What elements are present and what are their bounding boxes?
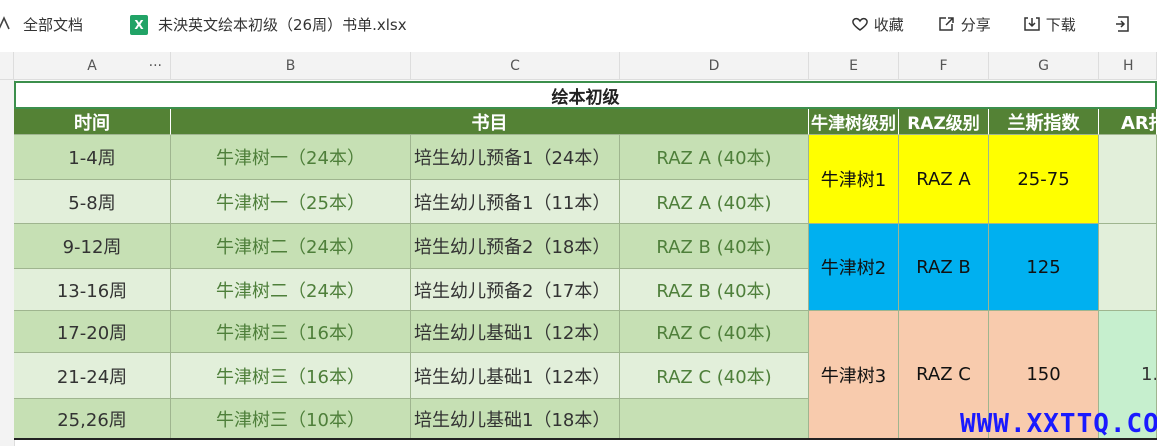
row-gutter — [0, 80, 15, 446]
cell-time[interactable]: 21-24周 — [14, 353, 171, 399]
cell-time[interactable]: 17-20周 — [14, 311, 171, 353]
share-icon — [938, 16, 961, 34]
cell-pearson-books[interactable]: 培生幼儿基础1（18本） — [411, 399, 620, 439]
cell-pearson-books[interactable]: 培生幼儿预备2（17本） — [411, 269, 620, 311]
column-header-g[interactable]: G — [989, 52, 1099, 80]
column-header-c[interactable]: C — [411, 52, 620, 80]
cell-raz-level[interactable]: RAZ B — [899, 224, 989, 311]
column-header-h[interactable]: H — [1099, 52, 1157, 80]
cell-raz-books[interactable]: RAZ A (40本) — [620, 180, 809, 224]
column-header-d[interactable]: D — [620, 52, 809, 80]
cell-oxford-books[interactable]: 牛津树三（16本） — [171, 311, 411, 353]
all-docs-link[interactable]: 全部文档 — [23, 15, 83, 35]
cell-time[interactable]: 13-16周 — [14, 269, 171, 311]
spreadsheet-grid[interactable]: A ··· B C D E F G H 绘本初级 时间 书目 牛津树级别 RAZ… — [0, 52, 1157, 446]
cell-oxford-books[interactable]: 牛津树二（24本） — [171, 269, 411, 311]
file-title: 未泱英文绘本初级（26周）书单.xlsx — [158, 16, 407, 34]
column-header-f[interactable]: F — [899, 52, 989, 80]
cell-oxford-books[interactable]: 牛津树三（10本） — [171, 399, 411, 439]
share-button[interactable]: 分享 — [938, 15, 991, 35]
cell-oxford-books[interactable]: 牛津树一（24本） — [171, 135, 411, 180]
cell-oxford-level[interactable]: 牛津树3 — [809, 311, 899, 439]
download-icon — [1023, 16, 1046, 34]
header-time[interactable]: 时间 — [14, 109, 171, 135]
cell-oxford-books[interactable]: 牛津树三（16本） — [171, 353, 411, 399]
cell-time[interactable]: 5-8周 — [14, 180, 171, 224]
favorite-button[interactable]: 收藏 — [851, 15, 904, 35]
cell-lexile[interactable]: 125 — [989, 224, 1099, 311]
cell-pearson-books[interactable]: 培生幼儿基础1（12本） — [411, 353, 620, 399]
cell-oxford-level[interactable]: 牛津树1 — [809, 135, 899, 224]
cloud-icon[interactable] — [0, 15, 10, 36]
cell-ar[interactable] — [1099, 135, 1157, 224]
column-header-b[interactable]: B — [171, 52, 411, 80]
exit-icon[interactable] — [1115, 15, 1131, 38]
header-ar[interactable]: AR指 — [1099, 109, 1157, 135]
cell-raz-books[interactable] — [620, 399, 809, 439]
cell-raz-books[interactable]: RAZ C (40本) — [620, 353, 809, 399]
cell-time[interactable]: 1-4周 — [14, 135, 171, 180]
header-oxford-level[interactable]: 牛津树级别 — [809, 109, 899, 135]
top-bar: 全部文档 X 未泱英文绘本初级（26周）书单.xlsx 收藏 分享 下载 — [0, 0, 1157, 52]
header-raz-level[interactable]: RAZ级别 — [899, 109, 989, 135]
cell-raz-books[interactable]: RAZ A (40本) — [620, 135, 809, 180]
cell-oxford-books[interactable]: 牛津树二（24本） — [171, 224, 411, 269]
heart-icon — [851, 16, 874, 34]
favorite-label: 收藏 — [873, 16, 904, 34]
cell-ar[interactable] — [1099, 224, 1157, 311]
cell-pearson-books[interactable]: 培生幼儿预备1（24本） — [411, 135, 620, 180]
more-icon[interactable]: ··· — [149, 52, 162, 80]
sheet-title-cell[interactable]: 绘本初级 — [14, 81, 1157, 109]
cell-time[interactable]: 9-12周 — [14, 224, 171, 269]
column-header-a[interactable]: A ··· — [14, 52, 171, 80]
cell-time[interactable]: 25,26周 — [14, 399, 171, 439]
cell-raz-books[interactable]: RAZ B (40本) — [620, 224, 809, 269]
cell-oxford-level[interactable]: 牛津树2 — [809, 224, 899, 311]
header-books[interactable]: 书目 — [171, 109, 809, 135]
excel-file-icon: X — [130, 15, 148, 35]
cell-lexile[interactable]: 25-75 — [989, 135, 1099, 224]
share-label: 分享 — [960, 16, 991, 34]
cell-pearson-books[interactable]: 培生幼儿基础1（12本） — [411, 311, 620, 353]
cell-pearson-books[interactable]: 培生幼儿预备2（18本） — [411, 224, 620, 269]
cell-raz-level[interactable]: RAZ A — [899, 135, 989, 224]
column-a-label: A — [87, 58, 97, 74]
header-lexile[interactable]: 兰斯指数 — [989, 109, 1099, 135]
column-header-e[interactable]: E — [809, 52, 899, 80]
watermark: WWW.XXTTQ.COM — [960, 409, 1157, 439]
cell-raz-books[interactable]: RAZ B (40本) — [620, 269, 809, 311]
cell-raz-books[interactable]: RAZ C (40本) — [620, 311, 809, 353]
download-label: 下载 — [1045, 16, 1076, 34]
cell-pearson-books[interactable]: 培生幼儿预备1（11本） — [411, 180, 620, 224]
download-button[interactable]: 下载 — [1023, 15, 1076, 35]
corner-cell[interactable] — [0, 52, 14, 80]
cell-oxford-books[interactable]: 牛津树一（25本） — [171, 180, 411, 224]
